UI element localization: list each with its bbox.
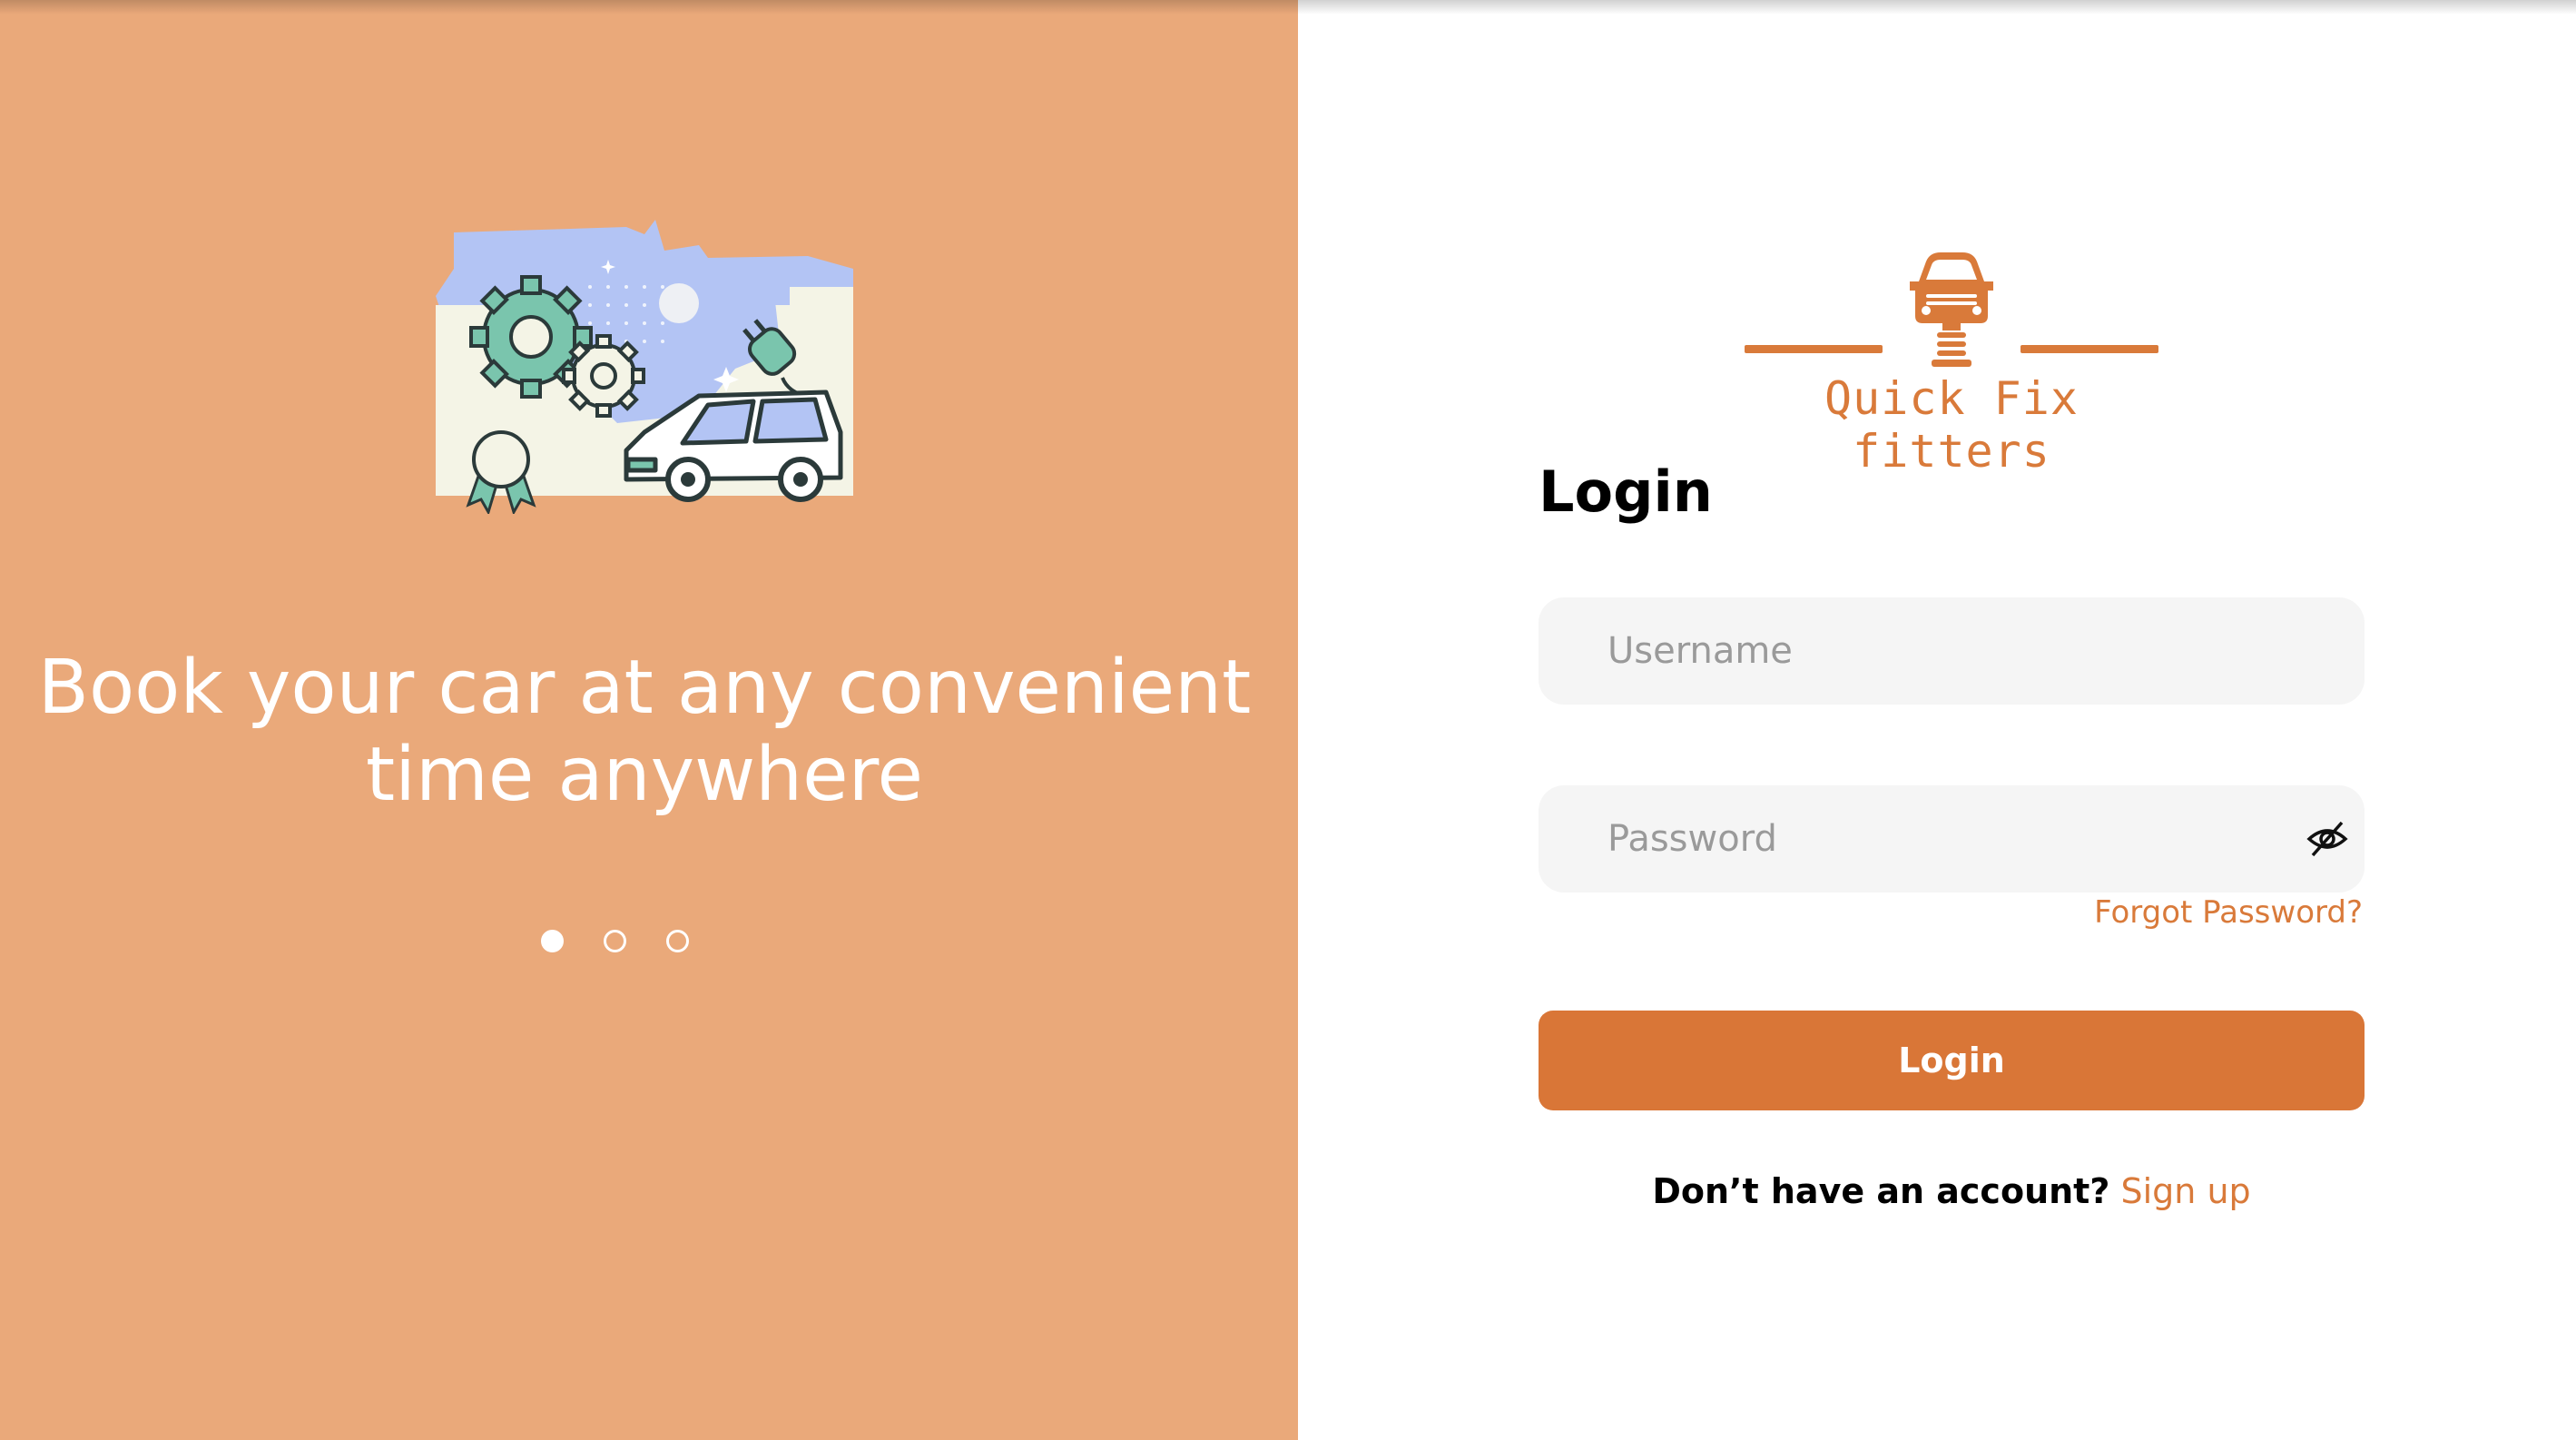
login-button[interactable]: Login [1539,1011,2365,1110]
signup-link[interactable]: Sign up [2120,1171,2250,1211]
carousel-dot-2[interactable] [604,930,626,952]
forgot-password-link[interactable]: Forgot Password? [2094,894,2363,931]
hero-tagline-line1: Book your car at any convenient [37,645,1252,731]
eye-slash-icon[interactable] [2306,817,2349,861]
carousel-dot-3[interactable] [666,930,689,952]
carousel-dot-1[interactable] [541,930,564,952]
signup-question: Don’t have an account? [1652,1171,2110,1211]
password-input[interactable] [1539,785,2365,893]
username-input[interactable] [1539,597,2365,705]
login-panel [1298,0,2576,1440]
car-service-illustration [436,220,853,514]
carousel-dots [541,930,689,957]
signup-prompt-row: Don’t have an account? Sign up [1539,1171,2365,1211]
brand-name: Quick Fix fitters [1824,372,2079,478]
hero-tagline: Book your car at any convenient time any… [27,645,1262,819]
hero-panel: Book your car at any convenient time any… [0,0,1298,1440]
login-title: Login [1539,459,1713,525]
hero-tagline-line2: time anywhere [366,732,923,818]
